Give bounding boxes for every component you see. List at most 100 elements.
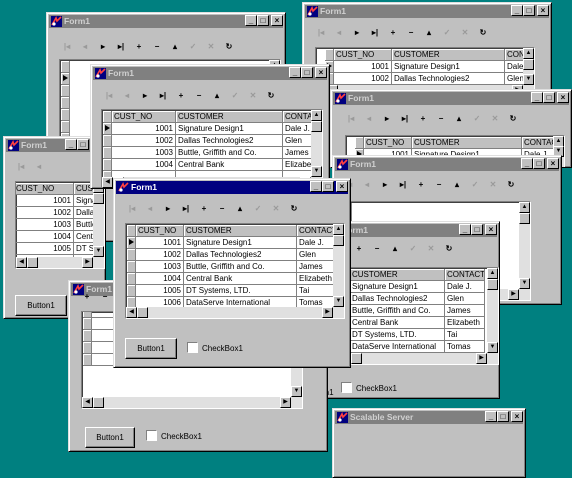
scroll-thumb[interactable]	[93, 193, 104, 204]
table-row[interactable]: 1001Signature Design1Dale J.	[16, 195, 104, 207]
nav-first-button[interactable]: |◂	[315, 27, 327, 39]
nav-prior-button[interactable]: ◂	[33, 161, 45, 173]
horizontal-scrollbar[interactable]: ◀▶	[82, 397, 302, 408]
scroll-thumb[interactable]	[27, 257, 38, 268]
scroll-down-icon[interactable]: ▼	[93, 246, 104, 257]
scroll-thumb[interactable]	[311, 121, 322, 132]
nav-refresh-button[interactable]: ↻	[288, 203, 300, 215]
cell-cust_no[interactable]: 1005	[16, 243, 74, 255]
nav-first-button[interactable]: |◂	[61, 41, 73, 53]
nav-prior-button[interactable]: ◂	[79, 41, 91, 53]
scroll-right-icon[interactable]: ▶	[322, 307, 333, 318]
close-button[interactable]: ×	[557, 92, 569, 103]
cell-customer[interactable]: Signature Design1	[350, 281, 445, 293]
scroll-left-icon[interactable]: ◀	[102, 177, 113, 188]
minimize-button[interactable]: _	[521, 158, 533, 169]
nav-insert-button[interactable]: +	[415, 179, 427, 191]
maximize-button[interactable]: □	[543, 92, 555, 103]
table-row[interactable]: 1005DT Systems, LTD.Tai	[127, 285, 337, 297]
cell-customer[interactable]: Dallas Technologies2	[184, 249, 297, 261]
scroll-down-icon[interactable]: ▼	[291, 386, 302, 397]
nav-next-button[interactable]: ▸	[139, 90, 151, 102]
column-header-customer[interactable]: CUSTOMER	[392, 49, 505, 61]
nav-last-button[interactable]: ▸|	[397, 179, 409, 191]
table-row[interactable]: 1002Dallas Technologies2Glen	[127, 249, 337, 261]
column-header-customer[interactable]: CUSTOMER	[184, 225, 297, 237]
button1[interactable]: Button1	[85, 427, 135, 448]
minimize-button[interactable]: _	[511, 5, 523, 16]
nav-delete-button[interactable]: −	[433, 179, 445, 191]
minimize-button[interactable]: _	[459, 224, 471, 235]
minimize-button[interactable]: _	[531, 92, 543, 103]
cell-cust_no[interactable]: 1004	[136, 273, 184, 285]
form-window[interactable]: Form1_□×|◂◂▸▸|+−▴✓✕↻CUST_NOCUSTOMERCONTA…	[302, 2, 552, 97]
close-button[interactable]: ×	[547, 158, 559, 169]
nav-prior-button[interactable]: ◂	[333, 27, 345, 39]
db-grid[interactable]: CUSTOMER CONTACT Signature Design1 Dale J. D…	[339, 267, 499, 365]
cell-cust_no[interactable]: 1001	[136, 237, 184, 249]
nav-next-button[interactable]: ▸	[97, 41, 109, 53]
maximize-button[interactable]: □	[523, 5, 535, 16]
column-header-contact[interactable]: CONTACT	[445, 269, 485, 281]
table-row[interactable]: 1001Signature Design1Dale J.	[325, 61, 534, 73]
cell-contact[interactable]: James	[297, 261, 337, 273]
nav-first-button[interactable]: |◂	[345, 113, 357, 125]
close-button[interactable]: ×	[511, 411, 523, 422]
scroll-thumb[interactable]	[351, 353, 362, 364]
nav-insert-button[interactable]: +	[353, 243, 365, 255]
cell-customer[interactable]: DT Systems, LTD.	[350, 329, 445, 341]
vertical-scrollbar[interactable]: ▲▼	[519, 202, 530, 300]
vertical-scrollbar[interactable]: ▲▼	[333, 224, 344, 318]
cell-cust_no[interactable]: 1003	[112, 147, 176, 159]
minimize-button[interactable]: _	[289, 67, 301, 78]
scroll-thumb[interactable]	[519, 213, 530, 224]
close-button[interactable]: ×	[336, 181, 348, 192]
button1[interactable]: Button1	[125, 338, 177, 359]
table-row[interactable]: 1003Buttle, Griffith and Co.James	[103, 147, 322, 159]
nav-first-button[interactable]: |◂	[103, 90, 115, 102]
nav-last-button[interactable]: ▸|	[369, 27, 381, 39]
cell-customer[interactable]: Signature Design1	[392, 61, 505, 73]
nav-edit-button[interactable]: ▴	[234, 203, 246, 215]
cell-cust_no[interactable]: 1002	[136, 249, 184, 261]
cell-contact[interactable]: Elizabeth	[297, 273, 337, 285]
column-header-cust_no[interactable]: CUST_NO	[16, 183, 74, 195]
cell-cust_no[interactable]: 1001	[112, 123, 176, 135]
maximize-button[interactable]: □	[471, 224, 483, 235]
scroll-up-icon[interactable]: ▲	[519, 202, 530, 213]
nav-edit-button[interactable]: ▴	[211, 90, 223, 102]
column-header-cust_no[interactable]: CUST_NO	[334, 49, 392, 61]
nav-edit-button[interactable]: ▴	[423, 27, 435, 39]
minimize-button[interactable]: _	[310, 181, 322, 192]
checkbox-box[interactable]	[341, 382, 352, 393]
nav-delete-button[interactable]: −	[193, 90, 205, 102]
column-header-customer[interactable]: CUSTOMER	[412, 137, 522, 149]
nav-prior-button[interactable]: ◂	[363, 113, 375, 125]
nav-refresh-button[interactable]: ↻	[443, 243, 455, 255]
cell-cust_no[interactable]: 1001	[334, 61, 392, 73]
cell-customer[interactable]: DT Systems, LTD.	[184, 285, 297, 297]
scroll-left-icon[interactable]: ◀	[126, 307, 137, 318]
cell-contact[interactable]: James	[445, 305, 485, 317]
nav-delete-button[interactable]: −	[151, 41, 163, 53]
cell-cust_no[interactable]: 1004	[16, 231, 74, 243]
table-row[interactable]: 1004Central BankElizabeth	[103, 159, 322, 171]
table-row[interactable]: 1004Central BankElizabeth	[127, 273, 337, 285]
nav-refresh-button[interactable]: ↻	[265, 90, 277, 102]
table-row[interactable]: 1003Buttle, Griffith and Co.James	[127, 261, 337, 273]
nav-delete-button[interactable]: −	[216, 203, 228, 215]
nav-insert-button[interactable]: +	[133, 41, 145, 53]
nav-last-button[interactable]: ▸|	[157, 90, 169, 102]
table-row[interactable]: 1002Dallas Technologies2Glen	[16, 207, 104, 219]
scroll-thumb[interactable]	[487, 279, 498, 290]
close-button[interactable]: ×	[485, 224, 497, 235]
scroll-right-icon[interactable]: ▶	[476, 353, 487, 364]
nav-last-button[interactable]: ▸|	[180, 203, 192, 215]
checkbox1[interactable]: CheckBox1	[341, 382, 397, 394]
close-button[interactable]: ×	[315, 67, 327, 78]
scroll-down-icon[interactable]: ▼	[333, 296, 344, 307]
cell-contact[interactable]: Glen	[297, 249, 337, 261]
scroll-down-icon[interactable]: ▼	[519, 278, 530, 289]
column-header-contact[interactable]: CONTACT	[297, 225, 337, 237]
cell-contact[interactable]: Dale J.	[297, 237, 337, 249]
